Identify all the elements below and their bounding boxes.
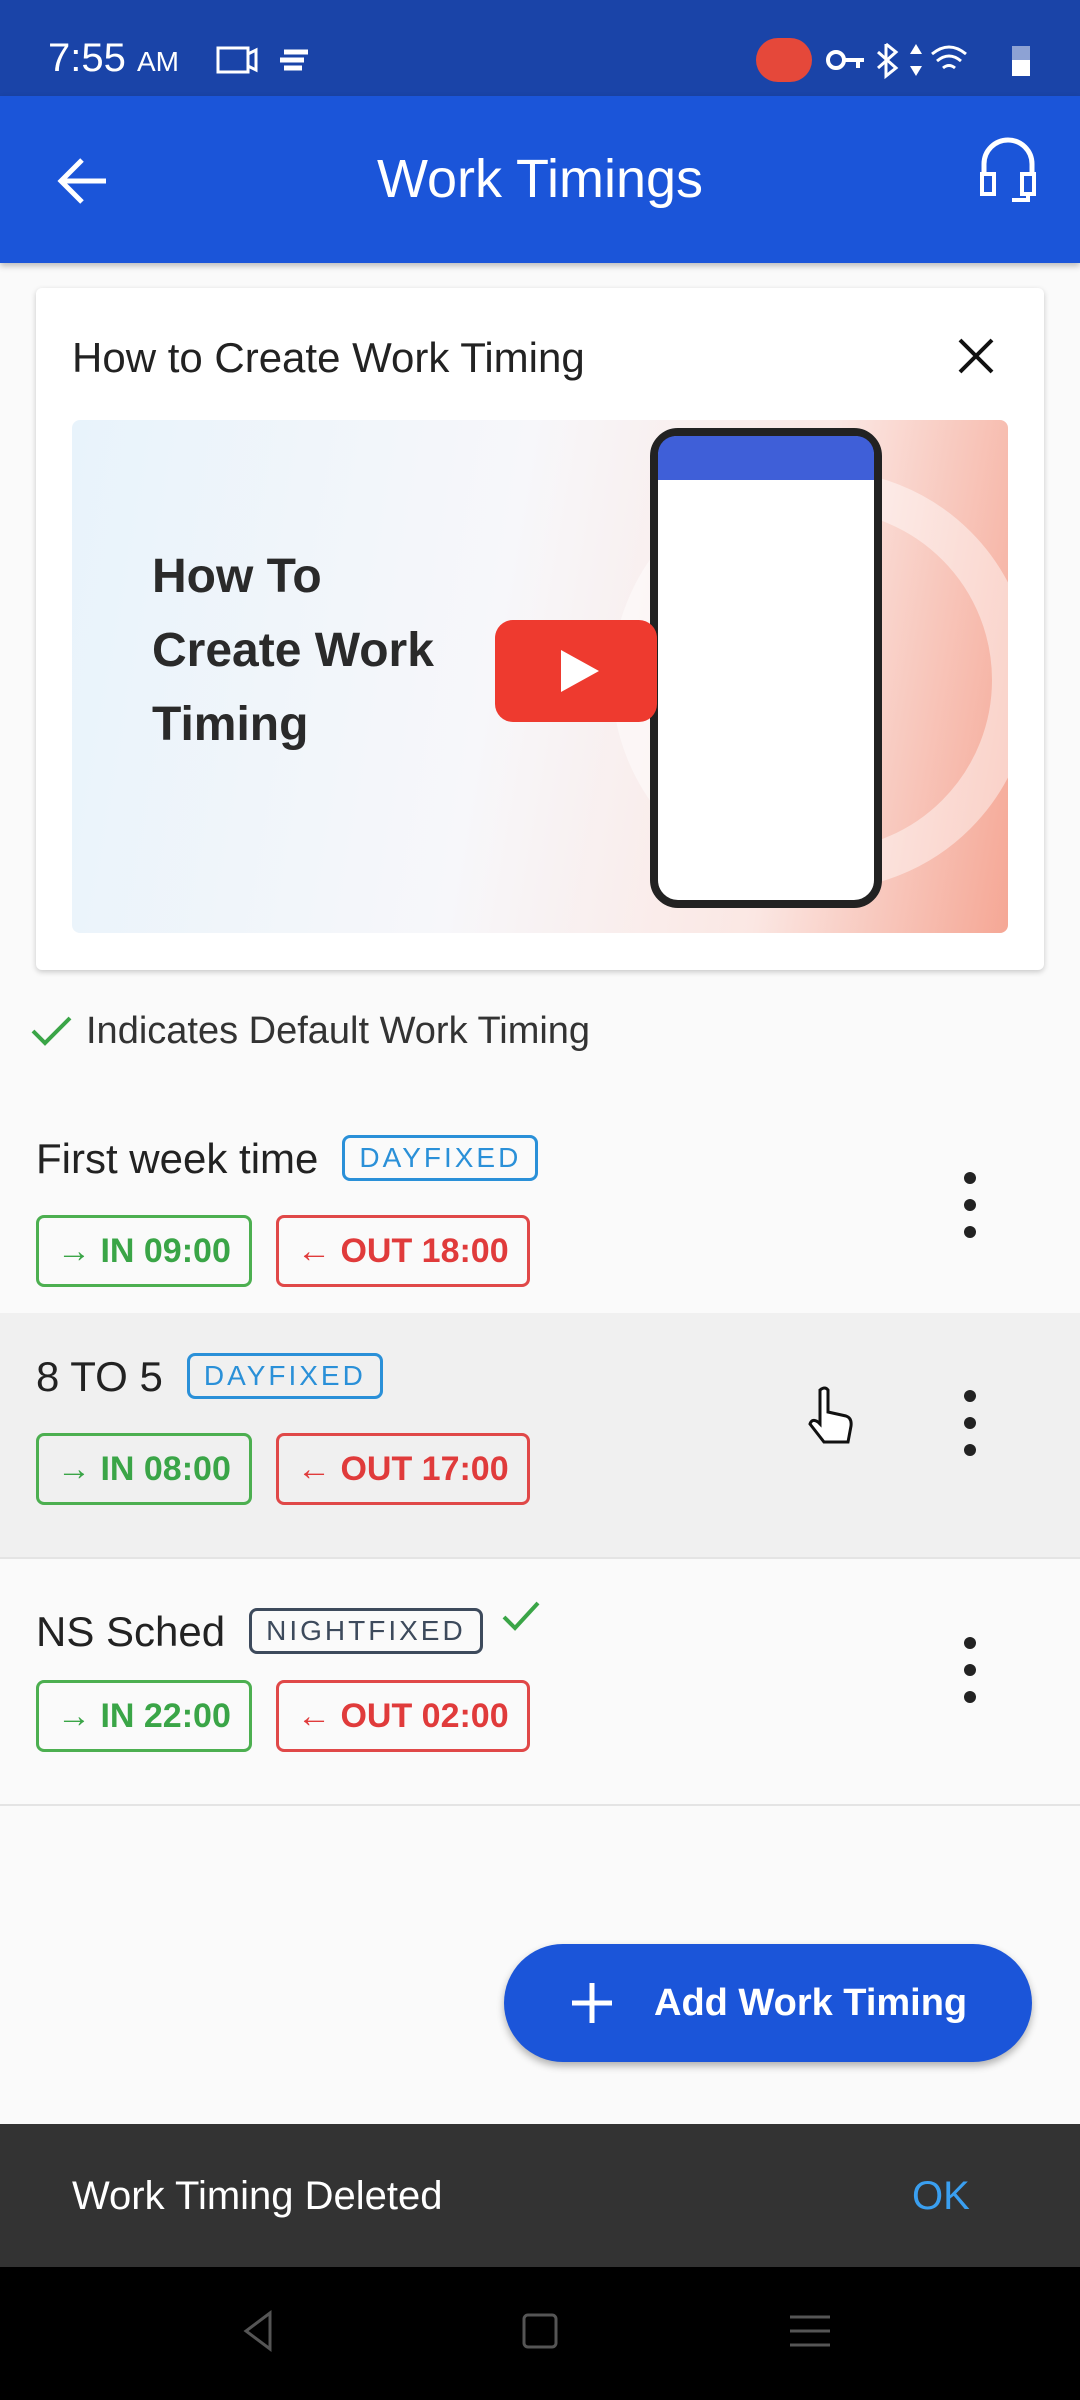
work-timing-row[interactable]: NS Sched NIGHTFIXED → IN 22:00 ← OUT 02:0… bbox=[0, 1560, 1080, 1806]
work-timing-row[interactable]: First week time DAYFIXED → IN 09:00 ← OUT… bbox=[0, 1095, 1080, 1341]
play-button-icon[interactable] bbox=[495, 620, 657, 722]
snackbar-ok-button[interactable]: OK bbox=[912, 2174, 970, 2219]
out-time-chip: ← OUT 17:00 bbox=[276, 1433, 530, 1505]
notification-icons bbox=[216, 46, 308, 74]
in-time-chip: → IN 08:00 bbox=[36, 1433, 252, 1505]
video-thumbnail[interactable]: How To Create Work Timing bbox=[72, 420, 1008, 933]
thumbnail-text: How To Create Work Timing bbox=[152, 550, 434, 751]
more-options-icon[interactable] bbox=[955, 1635, 985, 1705]
app-bar: Work Timings bbox=[0, 96, 1080, 263]
more-options-icon[interactable] bbox=[955, 1170, 985, 1240]
navigation-bar bbox=[0, 2267, 1080, 2400]
timing-type-badge: DAYFIXED bbox=[186, 1353, 383, 1399]
system-icons bbox=[826, 42, 1030, 80]
headset-icon[interactable] bbox=[978, 136, 1038, 204]
work-timing-row[interactable]: 8 TO 5 DAYFIXED → IN 08:00 ← OUT 17:00 bbox=[0, 1313, 1080, 1559]
nav-back-icon[interactable] bbox=[243, 2310, 272, 2352]
timing-name: 8 TO 5 bbox=[36, 1353, 163, 1400]
status-bar: 7:55 AM bbox=[0, 0, 1080, 96]
nav-menu-icon[interactable] bbox=[790, 2315, 830, 2347]
in-time-chip: → IN 22:00 bbox=[36, 1680, 252, 1752]
default-check-icon bbox=[502, 1601, 540, 1631]
in-time-chip: → IN 09:00 bbox=[36, 1215, 252, 1287]
page-title: Work Timings bbox=[376, 149, 704, 209]
timing-name: First week time bbox=[36, 1135, 319, 1182]
nav-home-icon[interactable] bbox=[522, 2313, 558, 2349]
out-time-chip: ← OUT 02:00 bbox=[276, 1680, 530, 1752]
snackbar: Work Timing Deleted OK bbox=[0, 2124, 1080, 2267]
snackbar-message: Work Timing Deleted bbox=[72, 2174, 443, 2218]
hand-cursor-icon bbox=[808, 1386, 853, 1444]
timing-name: NS Sched bbox=[36, 1608, 226, 1655]
more-options-icon[interactable] bbox=[955, 1388, 985, 1458]
screen-record-icon bbox=[756, 38, 812, 82]
default-legend: Indicates Default Work Timing bbox=[30, 1010, 590, 1053]
timing-type-badge: DAYFIXED bbox=[342, 1135, 539, 1181]
add-work-timing-button[interactable]: Add Work Timing bbox=[504, 1944, 1032, 2062]
close-icon[interactable] bbox=[956, 336, 996, 376]
status-time: 7:55 AM bbox=[48, 36, 179, 80]
timing-type-badge: NIGHTFIXED bbox=[249, 1608, 483, 1654]
out-time-chip: ← OUT 18:00 bbox=[276, 1215, 530, 1287]
phone-mockup bbox=[650, 428, 882, 908]
check-icon bbox=[31, 1016, 72, 1046]
video-tutorial-card: How to Create Work Timing How To Create W… bbox=[36, 288, 1044, 970]
video-card-title: How to Create Work Timing bbox=[72, 334, 585, 381]
plus-icon bbox=[572, 1983, 612, 2023]
